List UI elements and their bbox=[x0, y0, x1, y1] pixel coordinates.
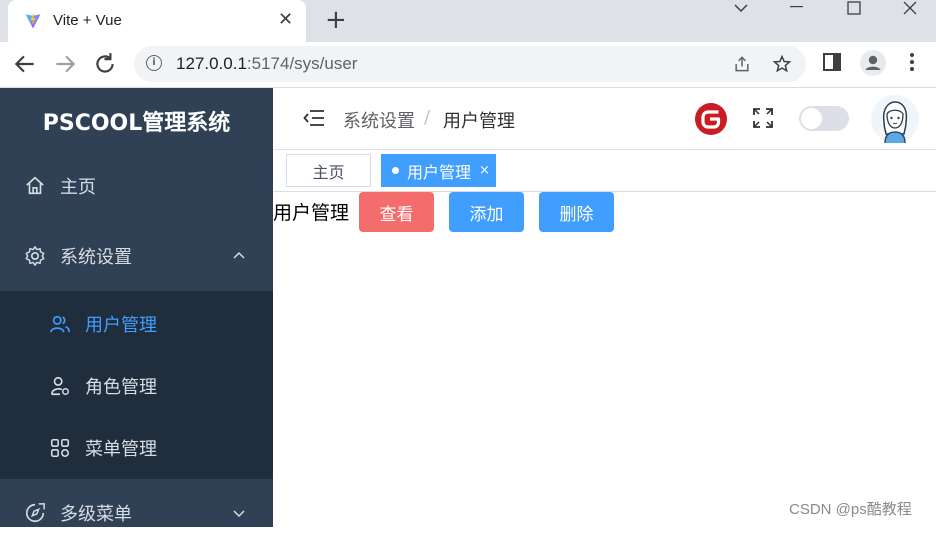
app-logo: PSCOOL管理系统 bbox=[42, 110, 231, 136]
minimize-icon[interactable] bbox=[789, 6, 805, 8]
chevron-up-icon bbox=[233, 251, 245, 259]
more-menu-icon[interactable] bbox=[908, 52, 916, 72]
bookmark-star-icon[interactable] bbox=[772, 54, 792, 74]
share-icon[interactable] bbox=[732, 54, 752, 74]
app-header: 系统设置 / 用户管理 bbox=[273, 88, 936, 150]
users-icon bbox=[50, 315, 70, 333]
breadcrumb-separator: / bbox=[424, 107, 431, 128]
sidebar-item-menu-management[interactable]: 菜单管理 bbox=[0, 417, 273, 479]
sidebar-item-label: 角色管理 bbox=[85, 377, 157, 398]
sidebar-item-label: 主页 bbox=[60, 177, 96, 198]
back-arrow-icon[interactable] bbox=[12, 51, 38, 77]
sidebar-item-user-management[interactable]: 用户管理 bbox=[0, 293, 273, 355]
view-button[interactable]: 查看 bbox=[359, 192, 434, 232]
url-host: 127.0.0.1 bbox=[176, 54, 247, 73]
sidebar-item-system-settings[interactable]: 系统设置 bbox=[0, 224, 273, 288]
user-gear-icon bbox=[50, 376, 69, 396]
tags-view-bar: 主页 用户管理 × bbox=[273, 150, 936, 192]
maximize-icon[interactable] bbox=[847, 1, 861, 15]
sidebar-item-label: 系统设置 bbox=[60, 247, 132, 268]
grid-icon bbox=[50, 438, 70, 458]
sidebar-item-label: 用户管理 bbox=[85, 315, 157, 336]
sidebar-item-label: 菜单管理 bbox=[85, 439, 157, 460]
sidebar: PSCOOL管理系统 主页 系统设置 用户管理 角色管理 菜单管理 多级菜单 bbox=[0, 88, 273, 527]
address-bar[interactable]: i 127.0.0.1:5174/sys/user bbox=[134, 46, 806, 82]
browser-tab-title: Vite + Vue bbox=[53, 12, 122, 29]
browser-tab[interactable]: Vite + Vue ✕ bbox=[8, 0, 306, 42]
avatar[interactable] bbox=[871, 94, 919, 144]
profile-avatar-icon[interactable] bbox=[860, 50, 886, 76]
gear-icon bbox=[25, 246, 45, 266]
url-path: :5174/sys/user bbox=[246, 54, 358, 73]
theme-toggle[interactable] bbox=[799, 106, 849, 131]
browser-tab-strip: Vite + Vue ✕ + bbox=[0, 0, 936, 42]
fullscreen-icon[interactable] bbox=[752, 107, 774, 129]
new-tab-button[interactable]: + bbox=[325, 5, 347, 35]
main-content: 用户管理 查看 添加 删除 CSDN @ps酷教程 bbox=[273, 192, 936, 527]
breadcrumb-item-current: 用户管理 bbox=[443, 111, 515, 132]
browser-toolbar: i 127.0.0.1:5174/sys/user bbox=[0, 42, 936, 88]
tag-label: 主页 bbox=[312, 162, 345, 182]
sidebar-item-multilevel-menu[interactable]: 多级菜单 bbox=[0, 481, 273, 545]
gitee-icon[interactable] bbox=[694, 102, 728, 136]
toggle-knob bbox=[801, 108, 822, 129]
side-panel-icon[interactable] bbox=[822, 52, 842, 72]
site-info-icon[interactable]: i bbox=[146, 55, 162, 71]
breadcrumb-item[interactable]: 系统设置 bbox=[343, 107, 415, 133]
tab-close-icon[interactable]: ✕ bbox=[278, 9, 293, 30]
reload-icon[interactable] bbox=[92, 51, 118, 77]
sidebar-item-role-management[interactable]: 角色管理 bbox=[0, 355, 273, 417]
chevron-down-icon bbox=[233, 510, 245, 518]
forward-arrow-icon[interactable] bbox=[52, 51, 78, 77]
sidebar-item-home[interactable]: 主页 bbox=[0, 154, 273, 218]
tag-user-management[interactable]: 用户管理 × bbox=[381, 154, 496, 187]
submenu-system-settings: 用户管理 角色管理 菜单管理 bbox=[0, 291, 273, 479]
add-button[interactable]: 添加 bbox=[449, 192, 524, 232]
active-dot-icon bbox=[392, 167, 399, 174]
collapse-menu-icon[interactable] bbox=[303, 108, 325, 128]
close-window-icon[interactable] bbox=[903, 1, 917, 15]
url-text[interactable]: 127.0.0.1:5174/sys/user bbox=[176, 54, 357, 74]
tag-home[interactable]: 主页 bbox=[286, 154, 371, 187]
sidebar-item-label: 多级菜单 bbox=[60, 504, 132, 525]
page-title: 用户管理 bbox=[273, 202, 350, 224]
tag-label: 用户管理 bbox=[407, 162, 472, 182]
home-icon bbox=[26, 176, 44, 195]
chevron-down-icon[interactable] bbox=[733, 2, 749, 14]
delete-button[interactable]: 删除 bbox=[539, 192, 614, 232]
tag-close-icon[interactable]: × bbox=[479, 163, 490, 178]
vite-logo-icon bbox=[25, 13, 41, 29]
compass-icon bbox=[25, 503, 45, 523]
watermark: CSDN @ps酷教程 bbox=[789, 501, 912, 518]
